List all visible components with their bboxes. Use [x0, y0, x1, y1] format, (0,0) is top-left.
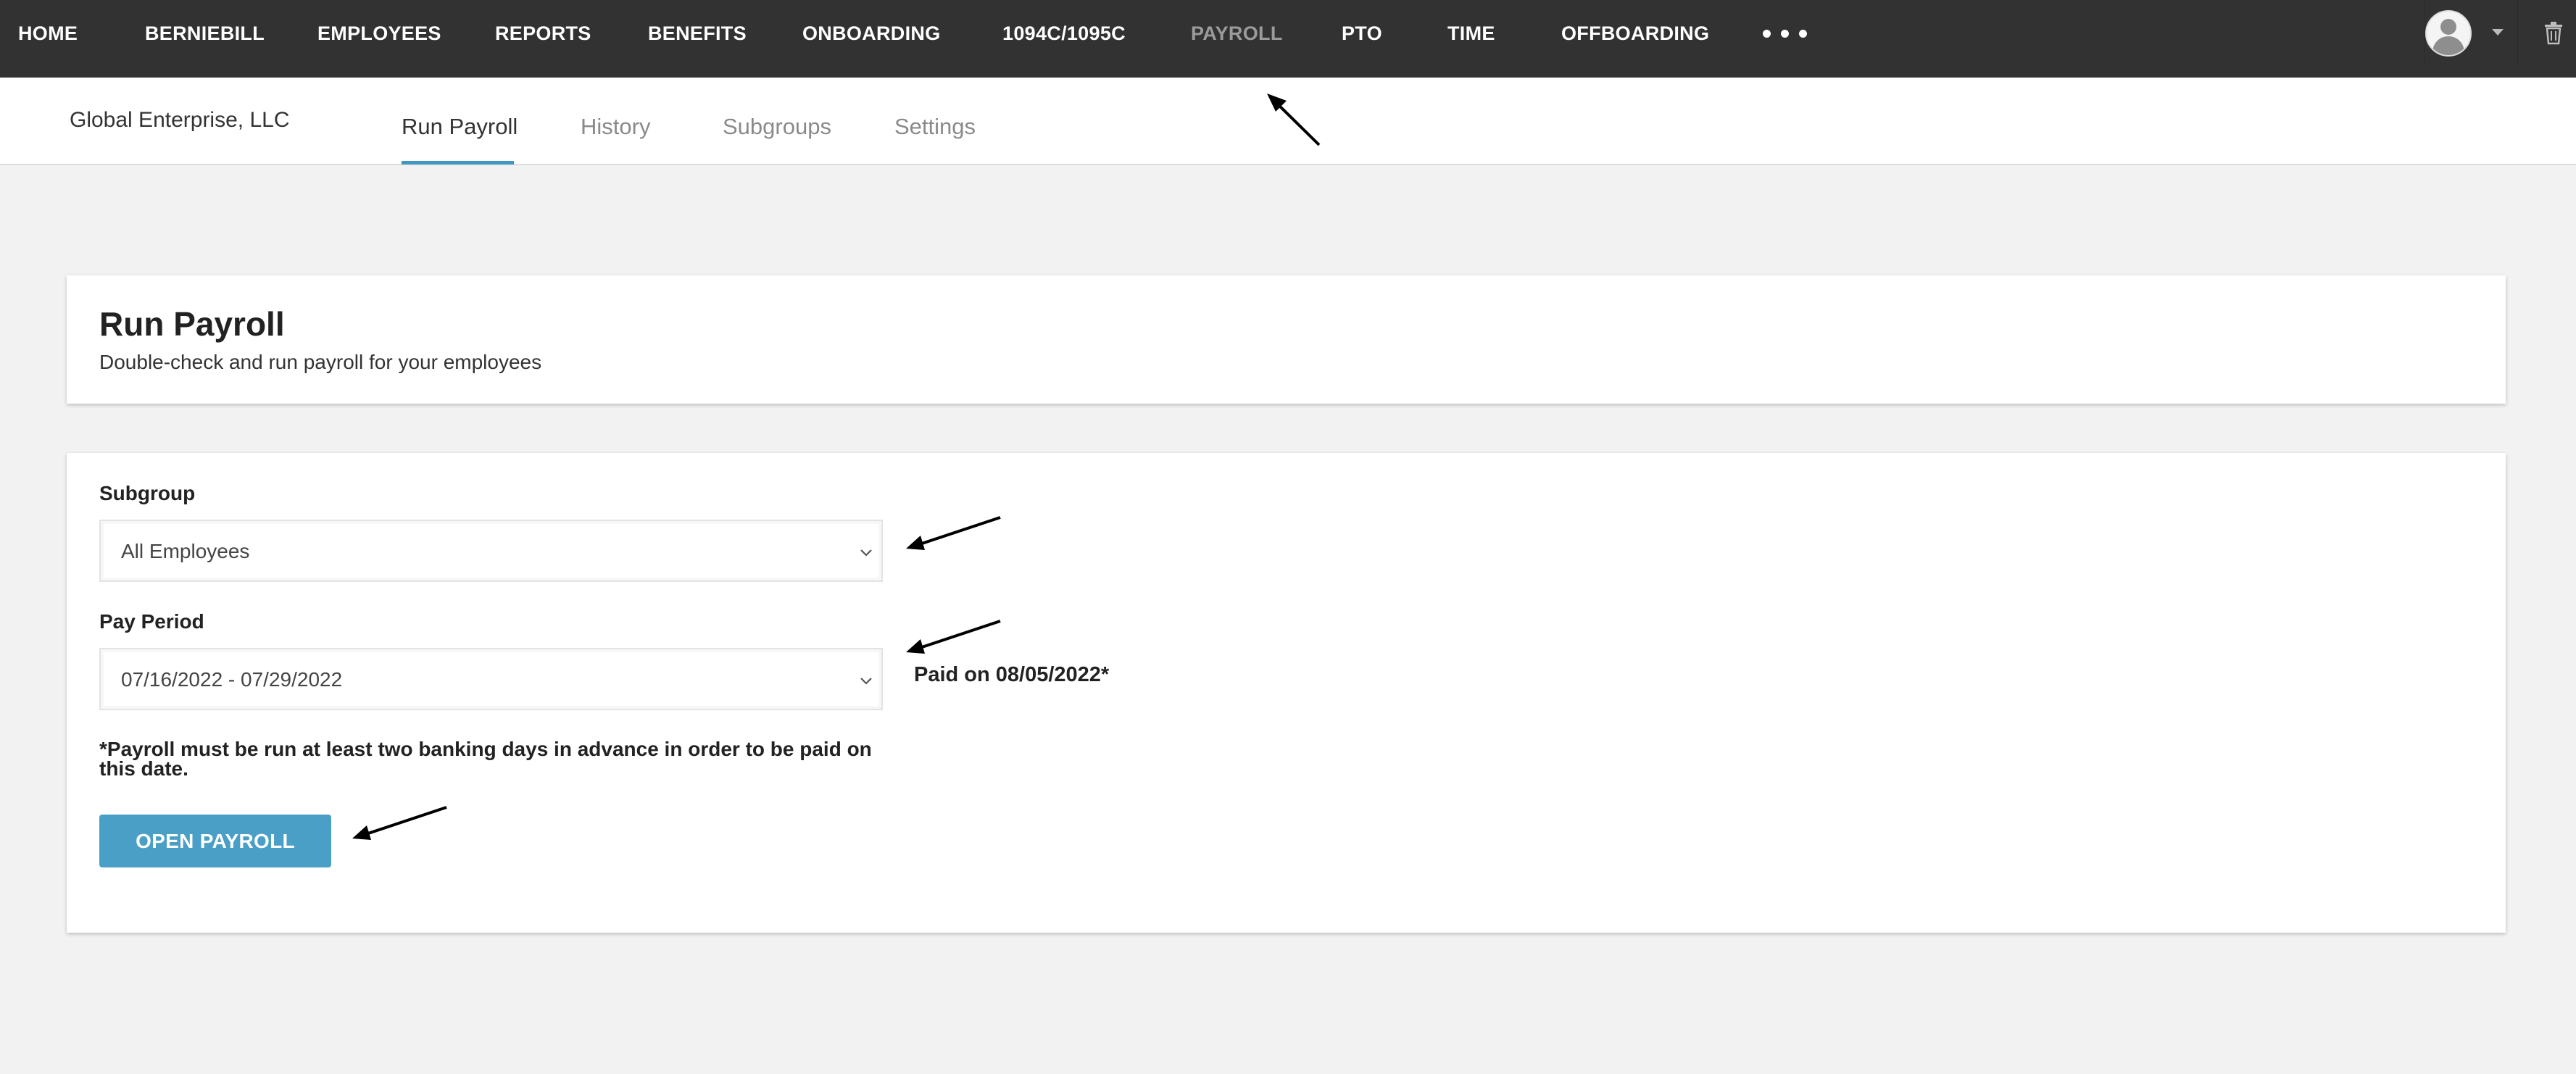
subgroup-value: All Employees [121, 540, 250, 562]
nav-item-berniebill[interactable]: BERNIEBILL [145, 0, 265, 67]
trash-icon[interactable] [2543, 20, 2564, 45]
intro-card: Run Payroll Double-check and run payroll… [67, 275, 2506, 404]
nav-item-offboarding[interactable]: OFFBOARDING [1561, 0, 1709, 67]
nav-item-payroll[interactable]: PAYROLL [1191, 0, 1283, 67]
open-payroll-button[interactable]: OPEN PAYROLL [99, 815, 331, 867]
nav-item-employees[interactable]: EMPLOYEES [317, 0, 441, 67]
top-navigation-bar: HOME BERNIEBILL EMPLOYEES REPORTS BENEFI… [0, 0, 2576, 78]
company-name: Global Enterprise, LLC [70, 108, 290, 132]
chevron-down-icon [860, 678, 872, 685]
payroll-note: *Payroll must be run at least two bankin… [99, 738, 872, 780]
tab-settings[interactable]: Settings [894, 114, 976, 140]
sub-header: Global Enterprise, LLC Run Payroll Histo… [0, 78, 2576, 165]
tab-subgroups[interactable]: Subgroups [723, 114, 831, 140]
tab-history[interactable]: History [581, 114, 650, 140]
nav-item-1094c-1095c[interactable]: 1094C/1095C [1002, 0, 1126, 67]
paid-on-date: Paid on 08/05/2022* [914, 663, 1110, 686]
nav-item-home[interactable]: HOME [18, 0, 78, 67]
nav-item-pto[interactable]: PTO [1342, 0, 1382, 67]
nav-item-time[interactable]: TIME [1447, 0, 1495, 67]
user-menu[interactable] [2424, 0, 2518, 67]
payroll-form-card: Subgroup All Employees Pay Period 07/16/… [67, 453, 2506, 933]
subgroup-select[interactable]: All Employees [99, 520, 883, 582]
more-dots-icon[interactable] [1763, 17, 1807, 49]
pay-period-value: 07/16/2022 - 07/29/2022 [121, 668, 343, 691]
avatar-icon [2425, 10, 2472, 57]
subgroup-label: Subgroup [99, 482, 196, 504]
caret-down-icon [2492, 29, 2504, 36]
chevron-down-icon [860, 549, 872, 557]
nav-item-reports[interactable]: REPORTS [495, 0, 591, 67]
pay-period-select[interactable]: 07/16/2022 - 07/29/2022 [99, 648, 883, 710]
nav-item-benefits[interactable]: BENEFITS [648, 0, 747, 67]
pay-period-label: Pay Period [99, 610, 204, 633]
tab-run-payroll[interactable]: Run Payroll [402, 114, 518, 140]
nav-item-onboarding[interactable]: ONBOARDING [802, 0, 941, 67]
page-title: Run Payroll [99, 305, 285, 343]
active-tab-indicator [402, 161, 514, 165]
page-subtitle: Double-check and run payroll for your em… [99, 351, 542, 373]
